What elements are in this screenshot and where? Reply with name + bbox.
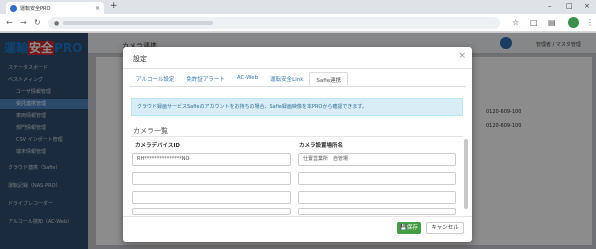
device-id-input[interactable] — [132, 208, 291, 215]
sidepanel-icon[interactable]: ▤ — [548, 18, 556, 27]
device-id-input[interactable]: RH***************NO — [132, 153, 291, 166]
save-icon: 💾 — [400, 225, 407, 231]
address-bar: ← → ↻ ● ☆ □ ▤ ⋮ — [0, 14, 596, 32]
maximize-icon[interactable]: □ — [566, 2, 573, 10]
device-id-input[interactable] — [132, 191, 291, 204]
close-window-icon[interactable]: × — [584, 2, 590, 10]
favicon-icon — [10, 4, 17, 12]
close-icon[interactable]: × — [458, 51, 466, 61]
tab-alcohol[interactable]: アルコール設定 — [130, 72, 180, 86]
new-tab-button[interactable]: + — [110, 1, 118, 11]
location-input[interactable]: 仕置営業所 自管場 — [298, 153, 456, 166]
location-input[interactable] — [298, 191, 456, 204]
column-header-device-id: カメラデバイスID — [135, 143, 180, 149]
info-alert: クラウド録画サービスSafieのアカウントをお持ちの場合、Safie録画映像を本… — [131, 98, 463, 116]
tabs-divider — [130, 86, 466, 87]
column-header-location: カメラ設置場所名 — [299, 143, 344, 149]
device-id-input[interactable] — [132, 172, 291, 185]
tab-safety-link[interactable]: 運転安全Link — [264, 72, 309, 86]
divider — [123, 68, 472, 69]
save-button[interactable]: 💾保存 — [397, 222, 421, 234]
url-text-redacted — [63, 21, 214, 25]
extensions-icon[interactable]: □ — [530, 18, 538, 27]
back-icon[interactable]: ← — [6, 18, 13, 27]
tab-license-alert[interactable]: 免許証アラート — [180, 72, 231, 86]
settings-tabs: アルコール設定 免許証アラート AC-Web 運転安全Link Safie連携 — [130, 72, 349, 86]
url-field[interactable]: ● — [48, 17, 500, 29]
reload-icon[interactable]: ↻ — [34, 18, 41, 27]
profile-avatar[interactable] — [568, 17, 579, 28]
location-input[interactable] — [298, 208, 456, 215]
modal-title: 設定 — [133, 55, 147, 63]
cancel-button[interactable]: キャンセル — [426, 222, 464, 234]
camera-list-title: カメラ一覧 — [133, 127, 168, 135]
menu-icon[interactable]: ⋮ — [586, 18, 594, 27]
browser-tabbar: 運転安全PRO × + – □ × — [0, 0, 596, 14]
divider — [123, 216, 472, 217]
star-icon[interactable]: ☆ — [512, 18, 519, 27]
scrollbar[interactable] — [464, 139, 468, 209]
browser-tab[interactable]: 運転安全PRO × — [6, 2, 104, 14]
minimize-icon[interactable]: – — [548, 2, 552, 10]
tab-ac-web[interactable]: AC-Web — [231, 72, 264, 86]
lock-icon: ● — [54, 19, 60, 27]
browser-tab-title: 運転安全PRO — [20, 5, 51, 12]
close-tab-icon[interactable]: × — [95, 5, 100, 12]
divider — [131, 136, 463, 137]
settings-modal: 設定 × アルコール設定 免許証アラート AC-Web 運転安全Link Saf… — [123, 47, 472, 242]
tab-safie[interactable]: Safie連携 — [309, 72, 349, 86]
location-input[interactable] — [298, 172, 456, 185]
forward-icon[interactable]: → — [20, 18, 27, 27]
